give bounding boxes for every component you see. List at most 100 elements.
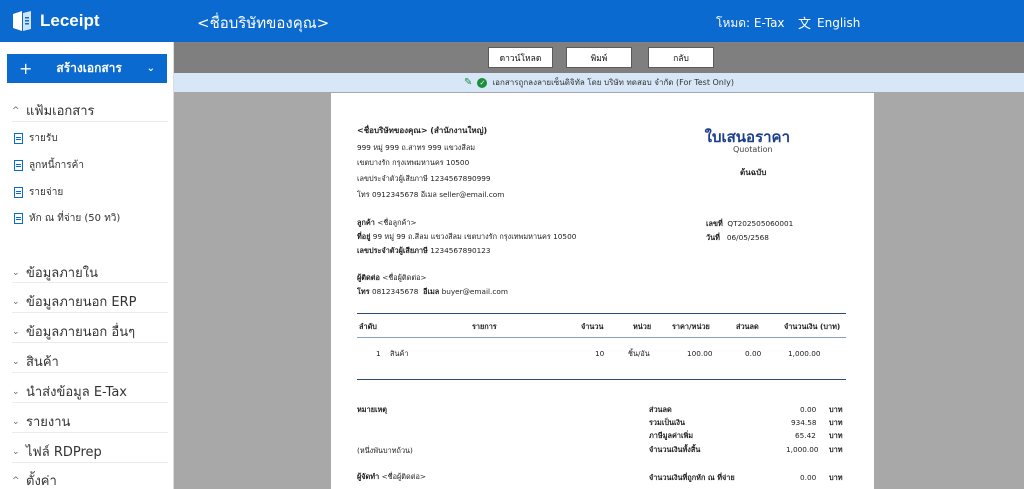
- sidebar-section-external-other[interactable]: ⌄ ข้อมูลภายนอก อื่นๆ: [12, 321, 135, 342]
- create-document-button[interactable]: + สร้างเอกสาร ⌄: [7, 54, 167, 83]
- row-discount: 0.00: [745, 349, 762, 358]
- document-icon: [14, 213, 23, 224]
- chevron-down-icon: ⌄: [12, 296, 20, 307]
- app-name: Leceipt: [40, 11, 100, 30]
- document-icon: [14, 187, 23, 198]
- chevron-down-icon: ⌄: [12, 267, 20, 278]
- sidebar-section-etax-submit[interactable]: ⌄ นำส่งข้อมูล E-Tax: [12, 381, 127, 402]
- sidebar-item-expenses[interactable]: รายจ่าย: [14, 185, 63, 200]
- contact-phone-row: โทร 0812345678 อีเมล buyer@email.com: [357, 287, 508, 298]
- summary-unit: บาท: [829, 445, 843, 454]
- sidebar-section-label: รายงาน: [26, 415, 71, 430]
- sidebar-section-settings[interactable]: ^ ตั้งค่า: [12, 470, 57, 489]
- viewer-toolbar: ดาวน์โหลด พิมพ์ กลับ: [174, 42, 1024, 73]
- signature-notice-text: เอกสารถูกลงลายเซ็นดิจิทัล โดย บริษัท ทดส…: [492, 78, 734, 87]
- print-button[interactable]: พิมพ์: [566, 47, 632, 68]
- summary-label: รวมเป็นเงิน: [649, 418, 685, 427]
- seller-taxid: 1234567890999: [430, 174, 491, 183]
- chevron-down-icon: ⌄: [12, 356, 20, 367]
- summary-label: จำนวนเงินที่ถูกหัก ณ ที่จ่าย: [649, 473, 735, 482]
- document-number-row: เลขที่ QT202505060001: [706, 219, 793, 230]
- customer-address-row: ที่อยู่ 99 หมู่ 99 ถ.สีลม แขวงสีลม เขตบา…: [357, 232, 576, 243]
- sidebar: + สร้างเอกสาร ⌄ ^ แฟ้มเอกสาร รายรับ ลูกห…: [0, 42, 174, 489]
- column-header-qty: จำนวน: [581, 322, 604, 331]
- summary-label: ส่วนลด: [649, 405, 672, 414]
- original-copy-label: ต้นฉบับ: [740, 168, 767, 177]
- sidebar-section-label: ข้อมูลภายนอก ERP: [26, 295, 137, 310]
- sidebar-item-label: หัก ณ ที่จ่าย (50 ทวิ): [29, 213, 121, 224]
- chevron-down-icon: ⌄: [12, 446, 20, 457]
- customer-row: ลูกค้า <ชื่อลูกค้า>: [357, 218, 417, 229]
- summary-value: 65.42: [795, 431, 816, 440]
- customer-taxid-label: เลขประจำตัวผู้เสียภาษี: [357, 246, 428, 255]
- row-amount: 1,000.00: [788, 349, 821, 358]
- summary-value: 0.00: [800, 473, 817, 482]
- summary-unit: บาท: [829, 418, 843, 427]
- column-header-item: รายการ: [472, 322, 497, 331]
- sidebar-section-documents[interactable]: ^ แฟ้มเอกสาร: [12, 100, 95, 121]
- sidebar-item-income[interactable]: รายรับ: [14, 131, 58, 146]
- divider: [12, 462, 168, 463]
- create-document-label: สร้างเอกสาร: [56, 61, 122, 75]
- seller-taxid-label: เลขประจำตัวผู้เสียภาษี: [357, 174, 428, 183]
- document-title-en: Quotation: [733, 145, 773, 154]
- language-switcher[interactable]: 文 English: [798, 13, 861, 33]
- contact-phone: 0812345678: [371, 287, 419, 296]
- leceipt-logo-icon: [10, 9, 34, 33]
- sidebar-item-label: รายจ่าย: [29, 187, 64, 198]
- document-number: QT202505060001: [727, 219, 794, 228]
- sidebar-section-internal-data[interactable]: ⌄ ข้อมูลภายใน: [12, 262, 98, 283]
- sidebar-section-label: ตั้งค่า: [26, 474, 57, 489]
- row-unit: ชิ้น/อัน: [628, 349, 650, 358]
- sidebar-item-withholding[interactable]: หัก ณ ที่จ่าย (50 ทวิ): [14, 211, 120, 226]
- customer-label: ลูกค้า: [357, 218, 375, 227]
- summary-value: 1,000.00: [786, 445, 819, 454]
- divider: [12, 372, 168, 373]
- sidebar-section-label: ข้อมูลภายนอก อื่นๆ: [26, 325, 136, 340]
- seller-address-line2: เขตบางรัก กรุงเทพมหานคร 10500: [357, 158, 470, 167]
- sidebar-section-rdprep[interactable]: ⌄ ไฟล์ RDPrep: [12, 441, 102, 462]
- signature-notice-bar: ✎ ✓ เอกสารถูกลงลายเซ็นดิจิทัล โดย บริษัท…: [174, 73, 1024, 92]
- document-icon: [14, 160, 23, 171]
- seller-name: <ชื่อบริษัทของคุณ> (สำนักงานใหญ่): [357, 126, 488, 135]
- seller-contact: โทร 0912345678 อีเมล seller@email.com: [357, 190, 505, 199]
- top-bar: Leceipt <ชื่อบริษัทของคุณ> โหมด: E-Tax 文…: [0, 0, 1024, 42]
- document-number-label: เลขที่: [706, 219, 723, 228]
- sidebar-section-label: ข้อมูลภายใน: [26, 266, 98, 281]
- sidebar-section-label: ไฟล์ RDPrep: [26, 445, 102, 460]
- company-title: <ชื่อบริษัทของคุณ>: [197, 14, 330, 32]
- sidebar-item-label: รายรับ: [29, 133, 58, 144]
- sidebar-section-reports[interactable]: ⌄ รายงาน: [12, 411, 70, 432]
- contact-email: buyer@email.com: [441, 287, 508, 296]
- row-price: 100.00: [687, 349, 713, 358]
- row-qty: 10: [595, 349, 605, 358]
- sidebar-section-external-erp[interactable]: ⌄ ข้อมูลภายนอก ERP: [12, 291, 137, 312]
- plus-icon: +: [19, 59, 33, 78]
- divider: [12, 402, 168, 403]
- sidebar-section-products[interactable]: ⌄ สินค้า: [12, 351, 59, 372]
- seller-address-line1: 999 หมู่ 999 ถ.สาทร 999 แขวงสีลม: [357, 143, 476, 152]
- language-label: English: [817, 15, 861, 30]
- summary-value: 934.58: [791, 418, 817, 427]
- sidebar-item-receivables[interactable]: ลูกหนี้การค้า: [14, 158, 84, 173]
- chevron-up-icon: ^: [12, 105, 20, 116]
- sidebar-section-label: นำส่งข้อมูล E-Tax: [26, 385, 127, 400]
- quotation-document: <ชื่อบริษัทของคุณ> (สำนักงานใหญ่) 999 หม…: [331, 93, 874, 489]
- chevron-down-icon: ⌄: [12, 416, 20, 427]
- column-header-price: ราคา/หน่วย: [672, 322, 710, 331]
- column-header-discount: ส่วนลด: [736, 322, 759, 331]
- summary-unit: บาท: [829, 473, 843, 482]
- note-label: หมายเหตุ: [357, 405, 388, 414]
- chevron-down-icon[interactable]: ⌄: [147, 63, 155, 74]
- check-circle-icon: ✓: [477, 77, 488, 88]
- summary-unit: บาท: [829, 405, 843, 414]
- chevron-up-icon: ^: [12, 475, 20, 486]
- mode-indicator[interactable]: โหมด: E-Tax: [716, 14, 785, 33]
- email-label: อีเมล: [423, 287, 440, 296]
- download-button[interactable]: ดาวน์โหลด: [488, 47, 553, 68]
- sidebar-item-label: ลูกหนี้การค้า: [29, 160, 84, 171]
- translate-icon: 文: [798, 17, 812, 32]
- app-logo[interactable]: Leceipt: [10, 9, 100, 33]
- signature-icon: ✎: [464, 77, 473, 88]
- back-button[interactable]: กลับ: [648, 47, 714, 68]
